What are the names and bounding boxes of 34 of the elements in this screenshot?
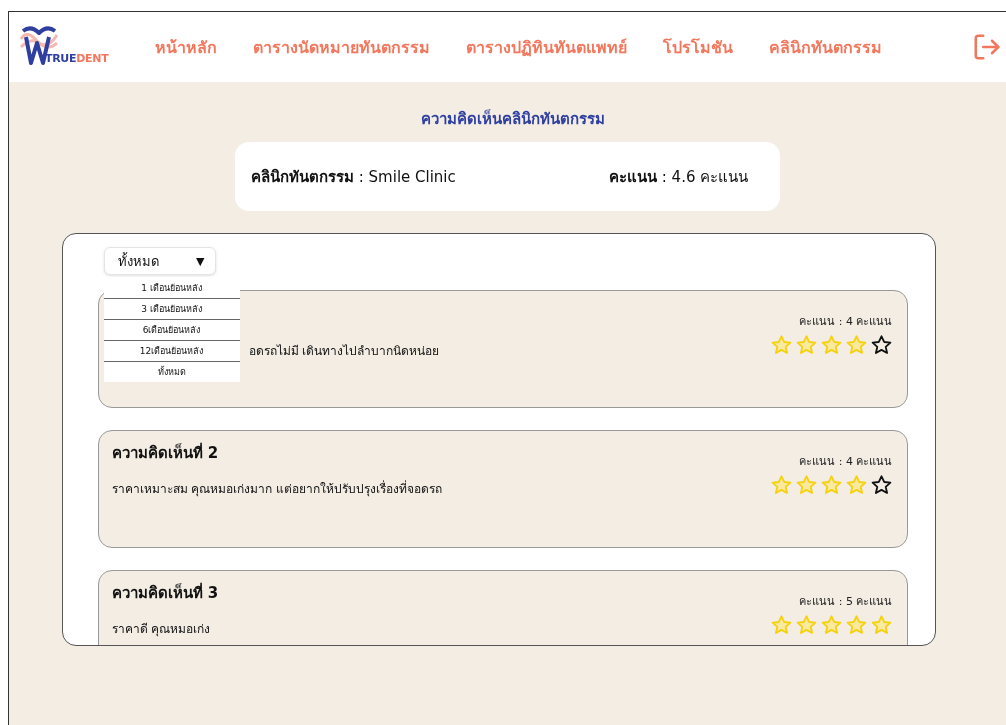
review-text: ราคาเหมาะสม คุณหมอเก่งมาก แต่อยากให้ปรับปรุงเรื่องที่จอดรถ xyxy=(111,479,443,498)
page-title: ความคิดเห็นคลินิกทันตกรรม xyxy=(420,108,605,130)
truedent-logo[interactable]: TRUEDENT xyxy=(15,25,133,69)
review-title: ความคิดเห็นที่ 3 xyxy=(111,581,219,604)
period-option[interactable]: 3 เดือนย้อนหลัง xyxy=(103,298,240,319)
period-dropdown[interactable]: ทั้งหมด ▼ xyxy=(103,247,216,275)
filled-star-icon xyxy=(769,334,793,356)
filled-star-icon xyxy=(769,614,793,636)
filled-star-icon xyxy=(794,334,818,356)
period-option[interactable]: 12เดือนย้อนหลัง xyxy=(103,340,240,361)
filled-star-icon xyxy=(844,614,868,636)
filled-star-icon xyxy=(844,334,868,356)
review-text: อดรถไม่มี เดินทางไปลำบากนิดหน่อย xyxy=(248,343,440,360)
empty-star-icon xyxy=(869,474,893,496)
review-title: ความคิดเห็นที่ 2 xyxy=(111,441,220,464)
period-option[interactable]: 6เดือนย้อนหลัง xyxy=(103,319,240,340)
empty-star-icon xyxy=(869,334,893,356)
filled-star-icon xyxy=(844,474,868,496)
review-score: คะแนน : 4 คะแนน xyxy=(799,314,893,330)
period-option[interactable]: ทั้งหมด xyxy=(103,361,240,382)
filled-star-icon xyxy=(819,474,843,496)
review-score: คะแนน : 5 คะแนน xyxy=(799,594,893,610)
logo-text: TRUEDENT xyxy=(45,52,109,65)
review-text: ราคาดี คุณหมอเก่ง xyxy=(111,621,212,638)
filled-star-icon xyxy=(769,474,793,496)
filled-star-icon xyxy=(819,334,843,356)
filled-star-icon xyxy=(819,614,843,636)
filled-star-icon xyxy=(869,614,893,636)
clinic-name: คลินิกทันตกรรม : Smile Clinic xyxy=(251,166,457,188)
logout-icon[interactable] xyxy=(972,32,1002,62)
clinic-score: คะแนน : 4.6 คะแนน xyxy=(609,166,750,188)
review-score: คะแนน : 4 คะแนน xyxy=(799,454,893,470)
filled-star-icon xyxy=(794,474,818,496)
filled-star-icon xyxy=(794,614,818,636)
